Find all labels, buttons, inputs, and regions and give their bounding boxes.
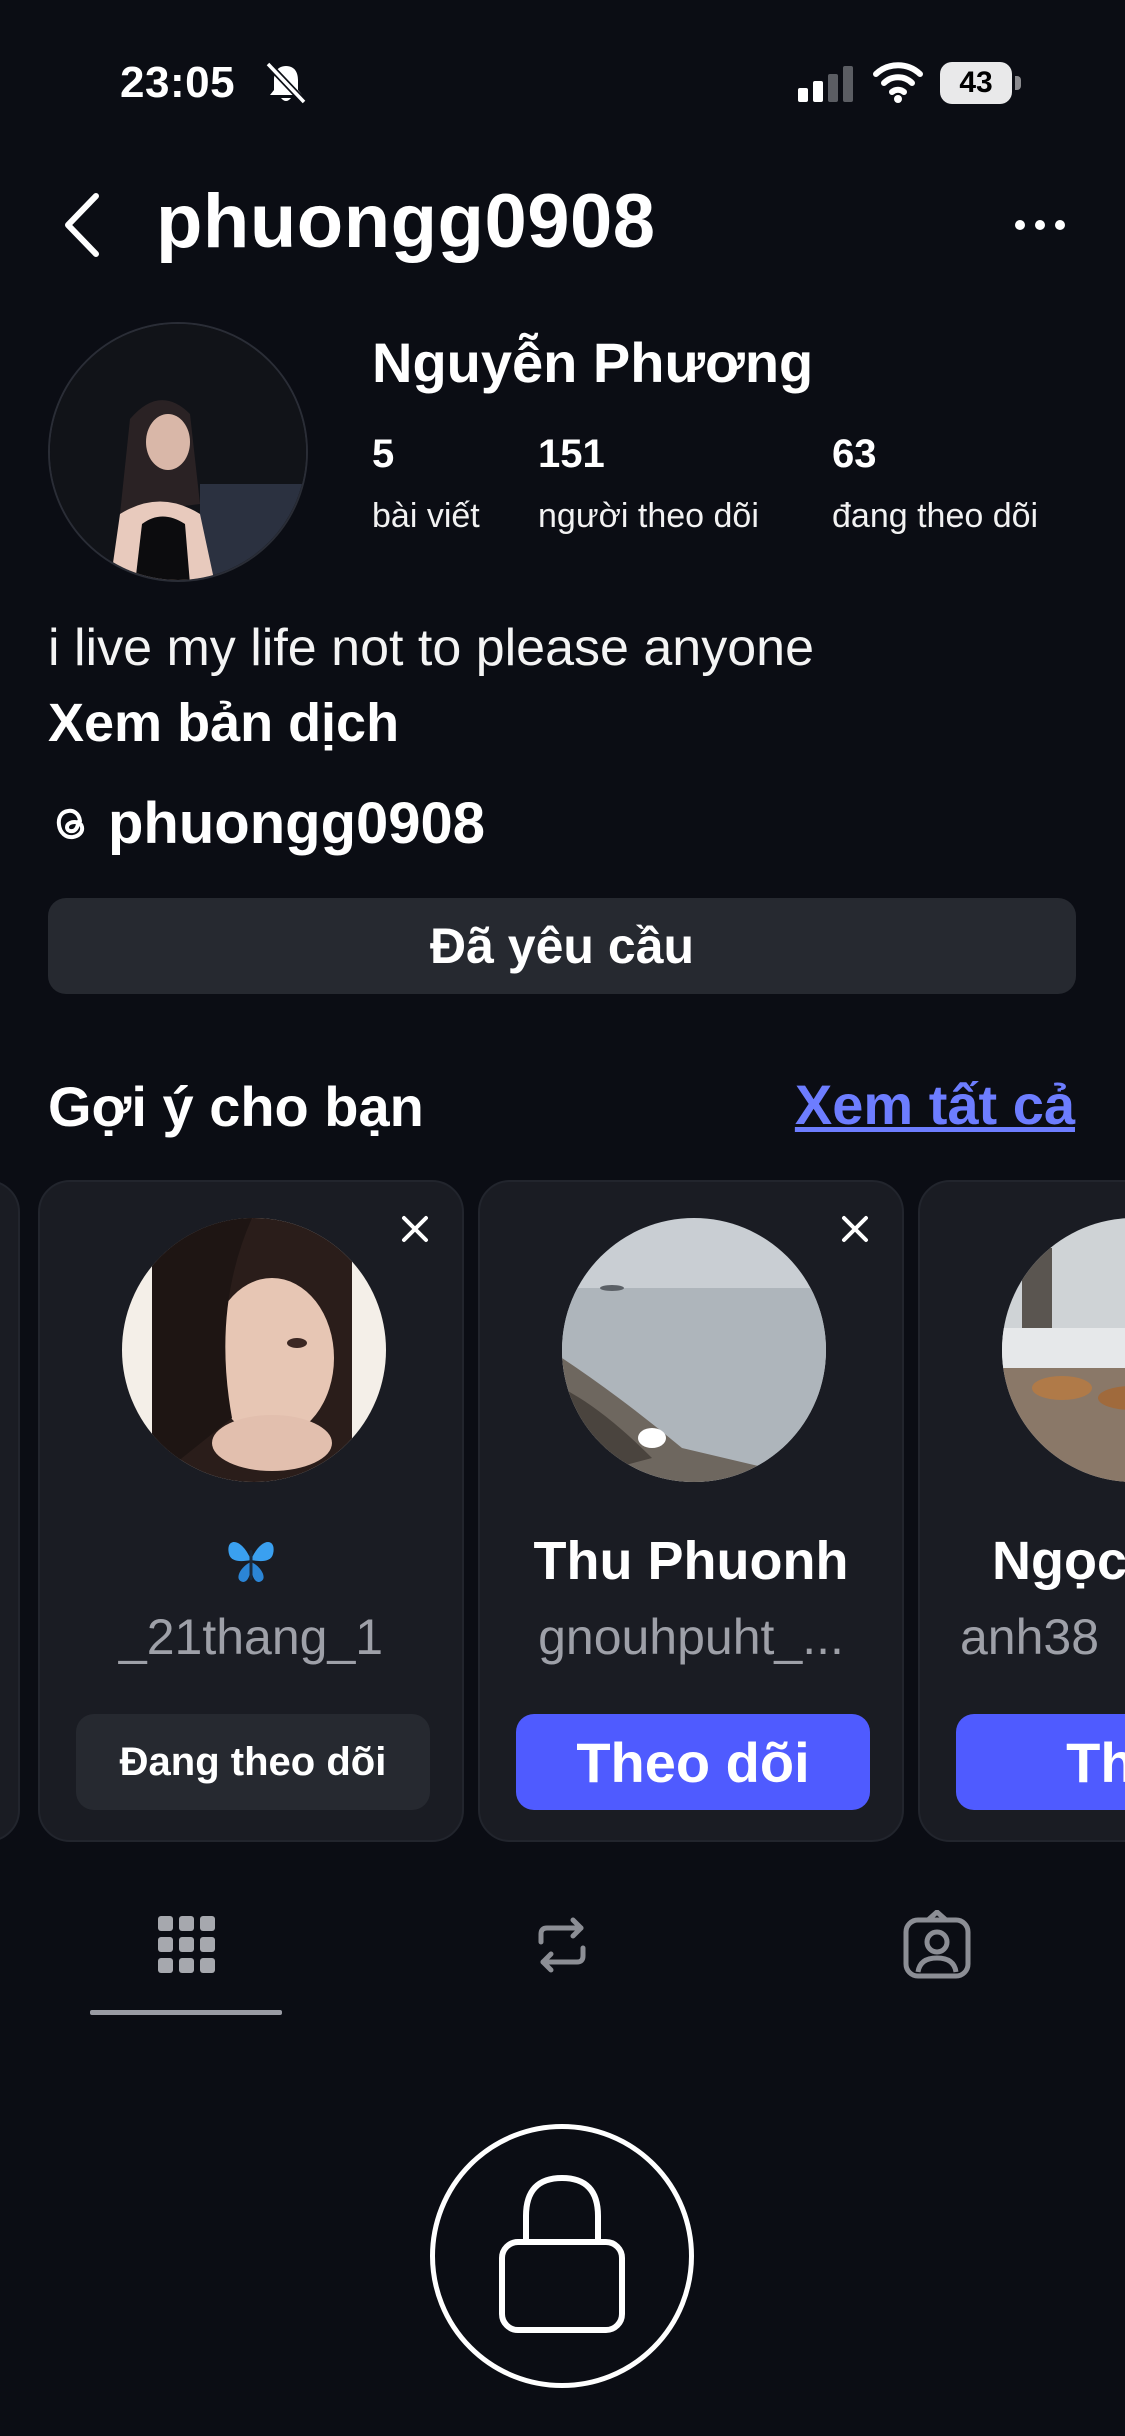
suggestion-card[interactable] [0, 1180, 20, 1842]
suggestion-name: Ngọc [992, 1531, 1125, 1591]
stat-value: 63 [832, 432, 877, 476]
see-translation-link[interactable]: Xem bản dịch [48, 692, 399, 754]
stat-label: người theo dõi [538, 497, 759, 535]
display-name: Nguyễn Phương [372, 331, 814, 394]
suggestion-username: gnouhpuht_... [538, 1609, 844, 1665]
requested-button[interactable]: Đã yêu cầu [48, 898, 1076, 994]
avatar-photo [562, 1218, 826, 1482]
reposts-icon[interactable] [527, 1910, 597, 1980]
suggestion-username: _21thang_1 [118, 1609, 384, 1665]
follow-button[interactable]: Theo dõi [516, 1714, 870, 1810]
battery-level: 43 [959, 66, 993, 99]
suggestion-avatar[interactable] [122, 1218, 386, 1482]
butterfly-icon [228, 1541, 274, 1582]
suggestion-card[interactable]: Thu Phuonh gnouhpuht_... Theo dõi [478, 1180, 904, 1842]
suggestions-title: Gợi ý cho bạn [48, 1075, 424, 1138]
profile-screen: 23:05 43 phuongg0908 Nguyễn Phương 5 bài… [0, 0, 1125, 2436]
suggestion-card[interactable]: _21thang_1 Đang theo dõi [38, 1180, 464, 1842]
stat-posts[interactable]: 5 bài viết [372, 432, 480, 536]
see-all-link[interactable]: Xem tất cả [795, 1072, 1075, 1137]
cellular-signal-icon [798, 66, 853, 102]
profile-bio: i live my life not to please anyone [48, 619, 814, 677]
dismiss-icon[interactable] [400, 1214, 430, 1244]
suggestion-emoji-name [40, 1530, 462, 1603]
bell-muted-icon [265, 61, 307, 105]
stat-value: 151 [538, 432, 605, 476]
back-button[interactable] [58, 190, 108, 260]
avatar-photo [122, 1218, 386, 1482]
stat-label: bài viết [372, 497, 480, 535]
threads-icon [56, 808, 85, 839]
suggestion-avatar[interactable] [562, 1218, 826, 1482]
profile-avatar[interactable] [48, 322, 308, 582]
page-title: phuongg0908 [156, 179, 656, 264]
suggestion-name: Thu Phuonh [533, 1531, 849, 1591]
suggestion-card[interactable]: Ngọc anh38 Theo [918, 1180, 1125, 1842]
threads-handle: phuongg0908 [108, 791, 486, 856]
suggestion-username: anh38 [960, 1609, 1100, 1665]
threads-link[interactable]: phuongg0908 [48, 790, 485, 857]
wifi-icon [873, 62, 923, 103]
avatar-photo [1002, 1218, 1125, 1482]
follow-button[interactable]: Theo [956, 1714, 1125, 1810]
stat-label: đang theo dõi [832, 497, 1039, 535]
status-time: 23:05 [120, 58, 236, 107]
following-button[interactable]: Đang theo dõi [76, 1714, 430, 1810]
active-tab-indicator [90, 2010, 282, 2015]
battery-icon: 43 [940, 62, 1021, 104]
avatar-photo [50, 324, 306, 580]
stat-following[interactable]: 63 đang theo dõi [832, 432, 1038, 536]
stat-value: 5 [372, 432, 395, 476]
lock-icon [499, 2174, 625, 2333]
grid-icon[interactable] [152, 1910, 222, 1980]
tagged-icon[interactable] [902, 1910, 972, 1980]
stat-followers[interactable]: 151 người theo dõi [538, 432, 759, 536]
more-options-icon[interactable] [1012, 210, 1068, 240]
suggestion-avatar[interactable] [1002, 1218, 1125, 1482]
dismiss-icon[interactable] [840, 1214, 870, 1244]
